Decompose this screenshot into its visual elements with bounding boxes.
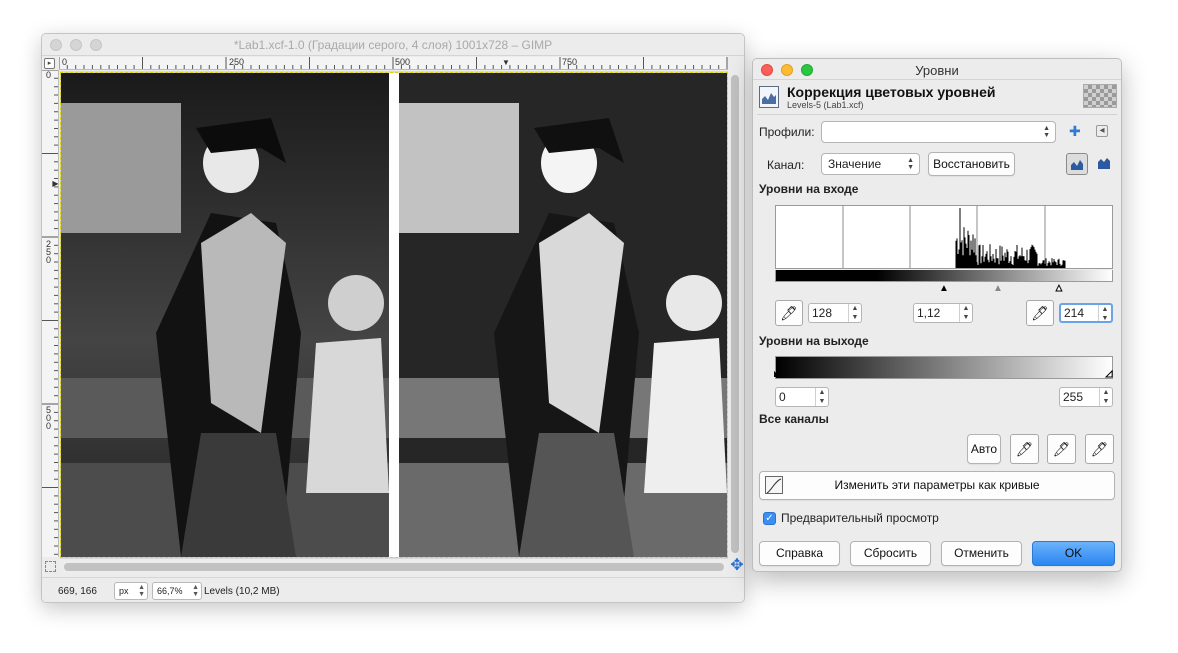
preset-menu-icon[interactable]: ◂: [1096, 125, 1108, 137]
ruler-top-label: 750: [562, 57, 578, 67]
pick-gray-all-button[interactable]: 🖊: [1047, 434, 1076, 464]
black-point-slider-handle[interactable]: ▲: [939, 284, 949, 294]
reset-channel-button[interactable]: Восстановить: [928, 152, 1015, 176]
input-levels-label: Уровни на входе: [759, 182, 859, 196]
output-levels-label: Уровни на выходе: [759, 334, 869, 348]
ruler-left-label: 5 0 0: [45, 405, 51, 431]
gamma-slider-handle[interactable]: ▲: [993, 284, 1003, 294]
output-high-slider-handle[interactable]: ◢: [1105, 369, 1112, 379]
stepper-arrows-icon: ▲ ▼: [138, 584, 145, 598]
presets-label: Профили:: [759, 125, 815, 139]
status-bar: 669, 166 px ▲ ▼ 66,7% ▲ ▼ Levels (10,2 MB): [42, 577, 744, 602]
levels-dialog: Уровни Коррекция цветовых уровней Levels…: [752, 58, 1122, 572]
status-message: Levels (10,2 MB): [204, 586, 280, 597]
eyedropper-icon: 🖊: [1031, 305, 1049, 321]
pick-black-point-button[interactable]: 🖊: [775, 300, 803, 326]
help-button[interactable]: Справка: [759, 541, 840, 566]
dialog-header-subtitle: Levels-5 (Lab1.xcf): [787, 100, 864, 110]
input-gamma-field[interactable]: 1,12 ▲ ▼: [913, 303, 973, 323]
zoom-select[interactable]: 66,7% ▲ ▼: [152, 582, 202, 600]
ruler-top-label: 500: [395, 57, 411, 67]
output-levels-gradient: [775, 356, 1113, 379]
add-preset-icon[interactable]: ✚: [1069, 124, 1081, 138]
layer-thumbnail: [1083, 84, 1117, 108]
stepper-arrows-icon[interactable]: ▲ ▼: [848, 304, 861, 322]
photo-geisha-image: [60, 72, 728, 558]
pick-black-all-button[interactable]: 🖊: [1010, 434, 1039, 464]
vertical-ruler[interactable]: 0 2 5 0 5 0 0 ▶: [42, 70, 59, 557]
header-separator: [757, 114, 1117, 115]
gimp-image-window: *Lab1.xcf-1.0 (Градации серого, 4 слоя) …: [41, 33, 745, 603]
input-levels-gradient: [775, 270, 1113, 282]
preview-checkbox[interactable]: ✓: [763, 512, 776, 525]
eyedropper-icon: 🖊: [1090, 441, 1109, 457]
ruler-top-label: 250: [229, 57, 245, 67]
all-channels-label: Все каналы: [759, 412, 829, 426]
ok-button[interactable]: OK: [1032, 541, 1115, 566]
levels-icon: [759, 86, 779, 108]
stepper-arrows-icon: ▲ ▼: [192, 584, 199, 598]
pointer-marker-icon: ▼: [502, 58, 510, 67]
input-low-field[interactable]: 128 ▲ ▼: [808, 303, 862, 323]
linear-histogram-icon[interactable]: [1066, 153, 1088, 175]
ruler-left-label: 2 5 0: [45, 239, 51, 265]
stepper-arrows-icon[interactable]: ▲ ▼: [959, 304, 972, 322]
ruler-left-label: 0: [45, 70, 51, 80]
stepper-arrows-icon[interactable]: ▲ ▼: [1099, 388, 1112, 406]
channel-label: Канал:: [767, 158, 805, 172]
auto-levels-button[interactable]: Авто: [967, 434, 1001, 464]
select-arrows-icon: ▲ ▼: [1043, 125, 1050, 139]
eyedropper-icon: 🖊: [780, 305, 798, 321]
eyedropper-icon: 🖊: [1015, 441, 1034, 457]
preview-label: Предварительный просмотр: [781, 511, 939, 525]
curves-icon: [765, 476, 783, 494]
move-arrows-icon[interactable]: ✥: [730, 558, 744, 574]
white-point-slider-handle[interactable]: ▲: [1054, 283, 1065, 294]
window-title: *Lab1.xcf-1.0 (Градации серого, 4 слоя) …: [233, 38, 553, 52]
cancel-button[interactable]: Отменить: [941, 541, 1022, 566]
vertical-scrollbar[interactable]: [729, 71, 741, 559]
log-histogram-icon[interactable]: [1093, 153, 1115, 175]
quick-mask-icon[interactable]: [45, 561, 56, 572]
output-high-field[interactable]: 255 ▲ ▼: [1059, 387, 1113, 407]
reset-button[interactable]: Сбросить: [850, 541, 931, 566]
output-low-slider-handle[interactable]: ◣: [774, 369, 780, 379]
dialog-title: Уровни: [915, 63, 959, 78]
dialog-titlebar: Уровни: [753, 59, 1121, 80]
input-histogram[interactable]: [775, 205, 1113, 269]
image-canvas[interactable]: [60, 71, 728, 559]
pointer-coordinates: 669, 166: [58, 586, 97, 597]
stepper-arrows-icon[interactable]: ▲ ▼: [1098, 305, 1111, 322]
edit-as-curves-button[interactable]: Изменить эти параметры как кривые: [759, 471, 1115, 500]
output-low-field[interactable]: 0 ▲ ▼: [775, 387, 829, 407]
select-arrows-icon: ▲ ▼: [907, 157, 914, 171]
presets-select[interactable]: ▲ ▼: [821, 121, 1056, 143]
stepper-arrows-icon[interactable]: ▲ ▼: [815, 388, 828, 406]
dialog-header-title: Коррекция цветовых уровней: [787, 84, 996, 100]
pick-white-point-button[interactable]: 🖊: [1026, 300, 1054, 326]
unit-select[interactable]: px ▲ ▼: [114, 582, 148, 600]
triangle-right-icon[interactable]: ▸: [44, 58, 55, 69]
horizontal-scrollbar[interactable]: [60, 561, 728, 573]
ruler-top-label: 0: [62, 57, 68, 67]
pointer-marker-icon: ▶: [52, 179, 59, 188]
channel-select[interactable]: Значение ▲ ▼: [821, 153, 920, 175]
input-high-field[interactable]: 214 ▲ ▼: [1059, 303, 1113, 323]
image-window-titlebar: *Lab1.xcf-1.0 (Градации серого, 4 слоя) …: [42, 34, 744, 56]
pick-white-all-button[interactable]: 🖊: [1085, 434, 1114, 464]
horizontal-ruler[interactable]: 0 250 500 750 ▼: [59, 57, 728, 70]
eyedropper-icon: 🖊: [1052, 441, 1071, 457]
